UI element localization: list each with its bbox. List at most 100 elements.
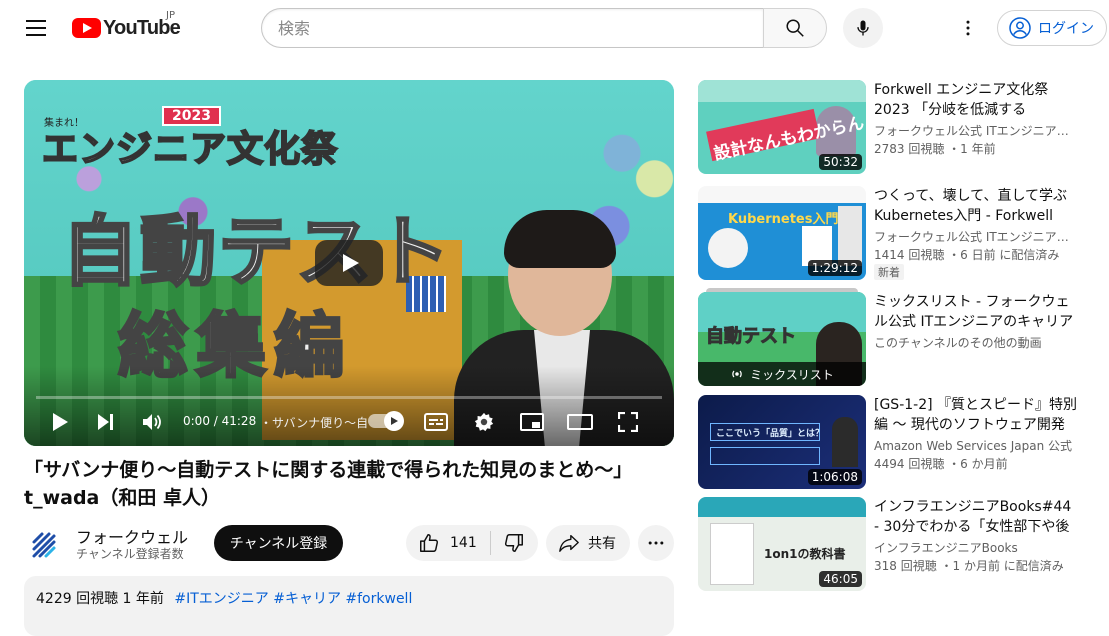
like-count: 141 xyxy=(450,535,477,551)
region-code: JP xyxy=(166,10,175,21)
login-button[interactable]: ログイン xyxy=(997,10,1107,46)
share-button[interactable]: 共有 xyxy=(546,525,630,561)
search-input[interactable] xyxy=(261,8,763,48)
hamburger-line xyxy=(26,34,46,36)
recommended-channel: フォークウェル公式 ITエンジニアのキャリア xyxy=(874,124,1079,138)
video-duration: 1:29:12 xyxy=(807,260,862,276)
recommended-title: Forkwell エンジニア文化祭2023 「分岐を低減するinterface設… xyxy=(874,82,1049,118)
recommended-channel: Amazon Web Services Japan 公式 xyxy=(874,439,1072,453)
recommended-meta: 1414 回視聴 ・6 日前 に配信済み xyxy=(874,248,1060,262)
theater-mode-icon xyxy=(567,414,593,430)
large-play-button[interactable] xyxy=(315,240,383,286)
thumbs-up-icon xyxy=(420,534,439,552)
recommended-channel: このチャンネルのその他の動画 xyxy=(874,336,1042,350)
recommended-video[interactable]: 設計なんもわからん 50:32 Forkwell エンジニア文化祭2023 「分… xyxy=(698,80,1098,174)
recommended-title: ミックスリスト - フォークウェル公式 ITエンジニアのキャリア xyxy=(874,294,1074,330)
voice-search-button[interactable] xyxy=(843,8,883,48)
volume-icon xyxy=(143,414,161,430)
microphone-icon xyxy=(857,20,869,36)
recommended-meta: 318 回視聴 ・1 か月前 に配信済み xyxy=(874,559,1064,573)
thumbnail-mascot xyxy=(708,228,748,268)
autoplay-toggle[interactable] xyxy=(368,411,404,431)
login-label: ログイン xyxy=(1038,21,1094,37)
subtitles-button[interactable] xyxy=(422,408,450,436)
thumbnail-sky xyxy=(698,80,866,102)
thumbnail-text: 自動テスト xyxy=(706,326,797,348)
dislike-button[interactable] xyxy=(491,525,537,561)
subscribe-button[interactable]: チャンネル登録 xyxy=(214,525,343,561)
thumbnail-text: ここでいう「品質」とは？ xyxy=(716,429,825,439)
thumbs-down-icon xyxy=(504,534,523,552)
recommended-channel: フォークウェル公式 ITエンジニアのキャリア xyxy=(874,230,1079,244)
more-horizontal-icon xyxy=(648,541,664,545)
recommended-thumbnail[interactable]: 1on1の教科書 46:05 xyxy=(698,497,866,591)
guide-menu-button[interactable] xyxy=(20,14,52,42)
autoplay-play-icon xyxy=(391,417,398,425)
settings-menu-button[interactable] xyxy=(952,12,984,44)
video-player[interactable]: 集まれ！ 2023 エンジニア文化祭 自動テスト 総集編 0:00 / 41:2… xyxy=(24,80,674,446)
share-icon xyxy=(559,534,579,552)
fullscreen-button[interactable] xyxy=(614,408,642,436)
recommended-meta: 4494 回視聴 ・6 か月前 xyxy=(874,457,1008,471)
time-display: 0:00 / 41:28 xyxy=(183,414,257,428)
presenter-hair xyxy=(504,210,616,268)
chapter-title[interactable]: ・サバンナ便り〜自 xyxy=(260,414,384,431)
more-vertical-icon xyxy=(966,20,970,36)
search-bar xyxy=(261,8,827,48)
mute-button[interactable] xyxy=(138,408,168,436)
radio-waves-icon xyxy=(732,370,742,378)
mix-badge: ミックスリスト xyxy=(698,362,866,386)
theater-mode-button[interactable] xyxy=(566,408,594,436)
miniplayer-button[interactable] xyxy=(518,408,546,436)
youtube-play-icon xyxy=(72,18,101,38)
video-title: 「サバンナ便り〜自動テストに関する連載で得られた知見のまとめ〜」 t_wada（… xyxy=(24,459,633,509)
next-button[interactable] xyxy=(92,408,120,436)
share-label: 共有 xyxy=(588,536,616,552)
thumbnail-box xyxy=(710,447,820,465)
description-box[interactable]: 4229 回視聴 1 年前 #ITエンジニア #キャリア #forkwell xyxy=(24,576,674,636)
thumbnail-title-line1: 自動テスト xyxy=(61,206,452,298)
subscriber-count: チャンネル登録者数 xyxy=(76,547,184,561)
like-button[interactable]: 141 xyxy=(406,525,490,561)
video-duration: 1:06:08 xyxy=(807,469,862,485)
recommended-mix[interactable]: 自動テスト ミックスリスト ミックスリスト - フォークウェル公式 ITエンジニ… xyxy=(698,288,1098,386)
recommended-meta: 2783 回視聴 ・1 年前 xyxy=(874,142,996,156)
thumbnail-header xyxy=(698,497,866,517)
video-duration: 50:32 xyxy=(819,154,862,170)
skip-next-icon xyxy=(98,414,113,430)
hashtags[interactable]: #ITエンジニア #キャリア #forkwell xyxy=(174,591,412,607)
captions-icon xyxy=(424,413,448,431)
recommended-channel: インフラエンジニアBooks xyxy=(874,541,1018,555)
recommended-title: [GS-1-2] 『質とスピード』特別編 〜 現代のソフトウェア開発 xyxy=(874,397,1078,433)
thumbnail-text: Kubernetes入門 xyxy=(728,212,839,227)
hamburger-line xyxy=(26,20,46,22)
thumbnail-text: 1on1の教科書 xyxy=(764,547,846,561)
masthead: YouTube JP ログイン xyxy=(0,0,1109,56)
recommended-video[interactable]: 1on1の教科書 46:05 インフラエンジニアBooks#44 - 30分でわ… xyxy=(698,497,1098,591)
miniplayer-icon xyxy=(520,413,544,431)
recommended-thumbnail[interactable]: Kubernetes入門 1:29:12 xyxy=(698,186,866,280)
search-button[interactable] xyxy=(763,8,827,48)
like-dislike-group: 141 xyxy=(406,525,538,561)
progress-bar[interactable] xyxy=(36,396,662,399)
recommended-video[interactable]: Kubernetes入門 1:29:12 つくって、壊して、直して学ぶ Kube… xyxy=(698,186,1098,280)
thumbnail-presenter xyxy=(838,206,862,266)
thumbnail-book xyxy=(710,523,754,585)
hamburger-line xyxy=(26,27,46,29)
mix-label: ミックスリスト xyxy=(750,367,834,382)
channel-avatar[interactable] xyxy=(24,524,64,564)
recommended-thumbnail[interactable]: 自動テスト ミックスリスト xyxy=(698,292,866,386)
play-button[interactable] xyxy=(46,408,74,436)
more-actions-button[interactable] xyxy=(638,525,674,561)
fullscreen-icon xyxy=(618,412,638,432)
recommended-video[interactable]: ここでいう「品質」とは？ 1:06:08 [GS-1-2] 『質とスピード』特別… xyxy=(698,395,1098,489)
account-icon xyxy=(1009,17,1031,39)
upload-age: 1 年前 xyxy=(122,591,164,607)
recommended-thumbnail[interactable]: 設計なんもわからん 50:32 xyxy=(698,80,866,174)
recommended-title: つくって、壊して、直して学ぶ Kubernetes入門 - Forkwell L… xyxy=(874,188,1068,224)
new-badge: 新着 xyxy=(874,264,904,280)
youtube-logo[interactable]: YouTube xyxy=(72,16,181,40)
thumbnail-festival-title: エンジニア文化祭 xyxy=(41,128,339,171)
recommended-thumbnail[interactable]: ここでいう「品質」とは？ 1:06:08 xyxy=(698,395,866,489)
settings-button[interactable] xyxy=(470,408,498,436)
